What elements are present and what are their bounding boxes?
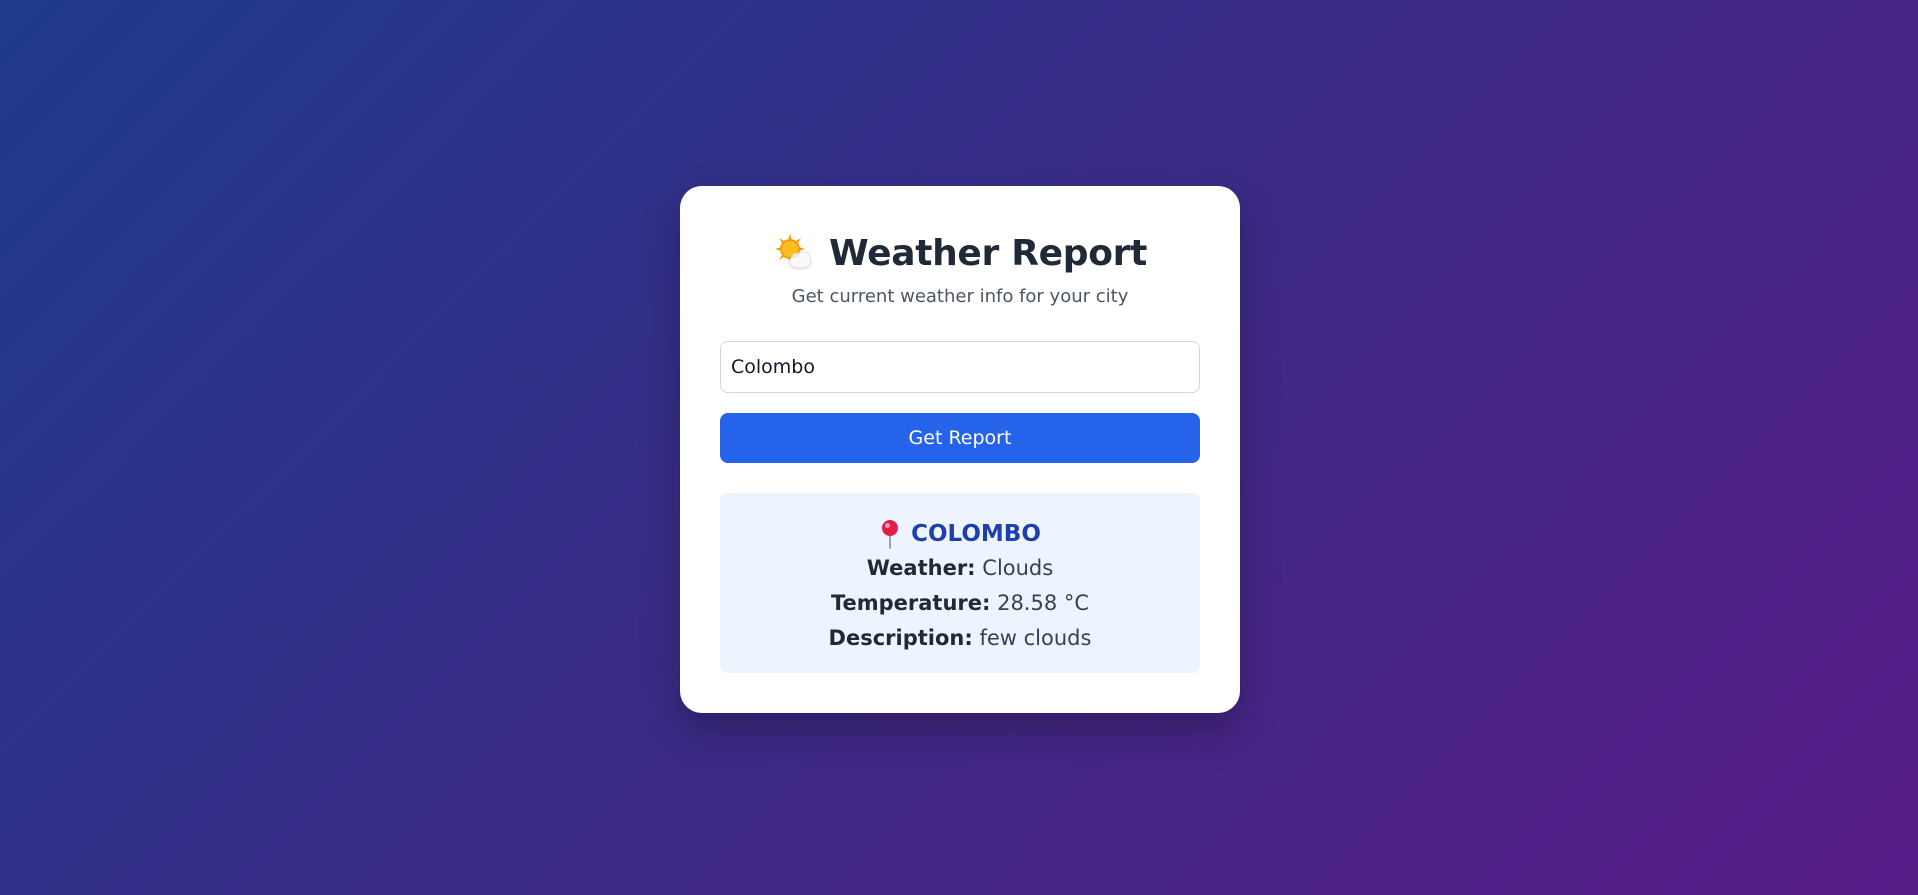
temperature-line: Temperature: 28.58 °C [720,586,1200,621]
temperature-value: 28.58 °C [997,591,1090,615]
result-city-name: COLOMBO [911,521,1041,547]
page-subtitle: Get current weather info for your city [791,286,1129,307]
weather-result-panel: COLOMBO Weather: Clouds Temperature: 28.… [720,493,1200,673]
page-title: Weather Report [828,232,1148,274]
description-line: Description: few clouds [720,621,1200,656]
description-label: Description: [828,626,973,650]
sun-behind-cloud-icon [773,232,815,274]
weather-line: Weather: Clouds [720,551,1200,586]
header: Weather Report [680,226,1240,280]
result-city-row: COLOMBO [720,517,1200,551]
weather-card: Weather Report Get current weather info … [680,186,1240,713]
city-input[interactable] [720,341,1200,393]
temperature-label: Temperature: [830,591,991,615]
description-value: few clouds [979,626,1092,650]
weather-value: Clouds [982,556,1054,580]
get-report-button[interactable]: Get Report [720,413,1200,463]
round-pushpin-icon [879,519,901,549]
weather-label: Weather: [866,556,976,580]
